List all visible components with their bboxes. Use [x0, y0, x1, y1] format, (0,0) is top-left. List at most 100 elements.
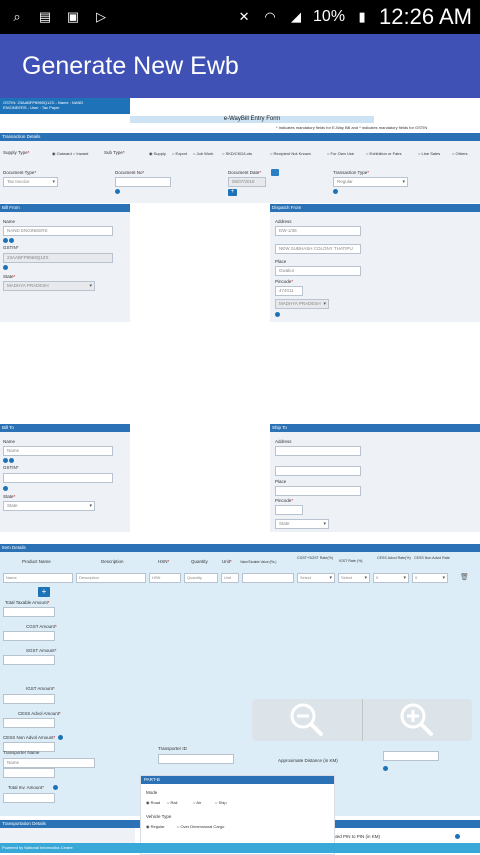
- zoom-out-button[interactable]: [252, 699, 362, 741]
- ship-address2-input[interactable]: [275, 466, 361, 476]
- help-icon[interactable]: [3, 238, 8, 243]
- other-amount-input[interactable]: [3, 768, 55, 778]
- ship-pincode-label: Pincode*: [275, 498, 294, 503]
- help-icon[interactable]: [115, 189, 120, 194]
- ship-to-header: Ship To: [270, 424, 480, 432]
- bill-to-state-select[interactable]: State: [3, 501, 95, 511]
- bill-to-gstin-label: GSTIN*: [3, 465, 19, 470]
- cess-advol-amount-input[interactable]: [3, 718, 55, 728]
- add-item-button[interactable]: +: [38, 587, 50, 597]
- transaction-type-select[interactable]: Regular: [333, 177, 408, 187]
- sgst-amount-input[interactable]: [3, 655, 55, 665]
- col-unit: Unit*: [222, 559, 232, 564]
- cgst-amount-input[interactable]: [3, 631, 55, 641]
- help-icon[interactable]: [3, 265, 8, 270]
- help-icon[interactable]: [3, 486, 8, 491]
- dispatch-from-header: Dispatch From: [270, 204, 480, 212]
- subtype-others[interactable]: ○ Others: [452, 151, 468, 156]
- add-doc-button[interactable]: +: [228, 189, 237, 196]
- bill-from-state-select[interactable]: MADHYA PRADESH: [3, 281, 95, 291]
- item-details-header: Item Details: [0, 544, 480, 552]
- row-cgst-select[interactable]: Select: [297, 573, 335, 583]
- row-cess-advol-select[interactable]: 0: [373, 573, 409, 583]
- total-inv-input[interactable]: [3, 793, 55, 803]
- subtype-supply[interactable]: ◉ Supply: [149, 151, 166, 156]
- help-icon[interactable]: [333, 189, 338, 194]
- bill-to-gstin-input[interactable]: [3, 473, 113, 483]
- user-role: ENGINEERS - User : Tax Payer: [3, 105, 60, 110]
- row-unit-input[interactable]: Unit: [221, 573, 239, 583]
- total-taxable-input[interactable]: [3, 607, 55, 617]
- bill-from-name-input[interactable]: NAND ENGINEERS: [3, 226, 113, 236]
- row-product-name-input[interactable]: Name: [3, 573, 73, 583]
- help-icon[interactable]: [9, 238, 14, 243]
- user-info-bar: GSTIN: 23AABFP8969Q1ZX - Name : NAND ENG…: [0, 98, 130, 114]
- page-title: Generate New Ewb: [22, 51, 239, 80]
- help-icon[interactable]: [275, 312, 280, 317]
- row-hsn-input[interactable]: HSN: [149, 573, 181, 583]
- cgst-amount-label: CGST Amount*: [26, 624, 57, 629]
- help-icon[interactable]: [53, 785, 58, 790]
- site-footer: Powered by National Informatics Centre: [0, 843, 480, 853]
- doc-date-input[interactable]: 05/07/2018: [228, 177, 266, 187]
- subtype-export[interactable]: ○ Export: [172, 151, 187, 156]
- image-icon: ▣: [66, 9, 80, 24]
- bill-from-gstin-input[interactable]: 23AABFP8969Q1ZX: [3, 253, 113, 263]
- row-description-input[interactable]: Description: [76, 573, 146, 583]
- ship-pincode-input[interactable]: [275, 505, 303, 515]
- subtype-line-sales[interactable]: ○ Line Sales: [418, 151, 440, 156]
- dispatch-pincode-input[interactable]: 474011: [275, 286, 303, 296]
- col-product-name: Product Name: [22, 559, 51, 564]
- calendar-icon[interactable]: [271, 169, 279, 176]
- supply-outward-radio[interactable]: ◉ Outward ○ Inward: [52, 151, 88, 156]
- row-quantity-input[interactable]: Quantity: [184, 573, 218, 583]
- dispatch-address2-input[interactable]: NEW SUBHASH COLONY THATIPU: [275, 244, 361, 254]
- cess-advol-amount-label: CESS Advol Amount*: [18, 711, 61, 716]
- col-cess-non-advol: CESS Non Advol Rate: [414, 556, 450, 560]
- dispatch-state-select[interactable]: MADHYA PRADESH: [275, 299, 329, 309]
- battery-icon: ▮: [358, 9, 366, 24]
- dispatch-place-input[interactable]: Gwalior: [275, 266, 361, 276]
- subtype-own-use[interactable]: ○ For Own Use: [327, 151, 354, 156]
- help-icon[interactable]: [3, 458, 8, 463]
- zoom-out-icon: [290, 703, 323, 736]
- col-quantity: Quantity: [191, 559, 208, 564]
- transporter-id-input[interactable]: [158, 754, 234, 764]
- approx-distance-input[interactable]: [383, 751, 439, 761]
- help-icon[interactable]: [58, 735, 63, 740]
- cleaner-icon: ⌕: [13, 9, 21, 24]
- ship-state-select[interactable]: State: [275, 519, 329, 529]
- help-icon[interactable]: [9, 458, 14, 463]
- ship-address1-input[interactable]: [275, 446, 361, 456]
- doc-type-select[interactable]: Tax Invoice: [3, 177, 58, 187]
- delete-row-icon[interactable]: 🗑: [460, 573, 469, 581]
- doc-no-input[interactable]: [115, 177, 171, 187]
- mandatory-note: * Indicates mandatory fields for E-Way B…: [276, 125, 428, 130]
- transportation-header: Transportation Details: [0, 820, 480, 828]
- col-hsn: HSN*: [158, 559, 170, 564]
- subtype-skd[interactable]: ○ SKD/CKD/Lots: [222, 151, 252, 156]
- row-cess-non-advol-select[interactable]: 0: [412, 573, 448, 583]
- row-igst-select[interactable]: Select: [338, 573, 370, 583]
- zoom-in-button[interactable]: [361, 699, 473, 741]
- subtype-jobwork[interactable]: ○ Job Work: [193, 151, 213, 156]
- cess-non-advol-amount-input[interactable]: [3, 742, 55, 752]
- ship-place-input[interactable]: [275, 486, 361, 496]
- play-store-icon: ▷: [96, 9, 106, 24]
- bill-to-name-input[interactable]: Name: [3, 446, 113, 456]
- dispatch-address1-input[interactable]: DW-1/38: [275, 226, 361, 236]
- help-icon[interactable]: [455, 834, 460, 839]
- igst-amount-input[interactable]: [3, 694, 55, 704]
- zoom-in-icon: [400, 703, 434, 736]
- mute-icon: ✕: [238, 9, 250, 24]
- row-taxable-value-input[interactable]: [242, 573, 294, 583]
- bill-from-name-label: Name: [3, 219, 16, 224]
- wifi-icon: ◠: [264, 9, 276, 24]
- total-inv-label: Total Inv. Amount*: [8, 785, 44, 790]
- subtype-exhibition[interactable]: ○ Exhibition or Fairs: [366, 151, 402, 156]
- transporter-name-input[interactable]: Name: [3, 758, 95, 768]
- status-bar: ⌕ ▤ ▣ ▷ ✕ ◠ ◢ 10% ▮ 12:26 AM: [0, 0, 480, 34]
- subtype-recipient-not-known[interactable]: ○ Recipient Not Known: [270, 151, 311, 156]
- dispatch-address-label: Address: [275, 219, 292, 224]
- col-description: Description: [101, 559, 124, 564]
